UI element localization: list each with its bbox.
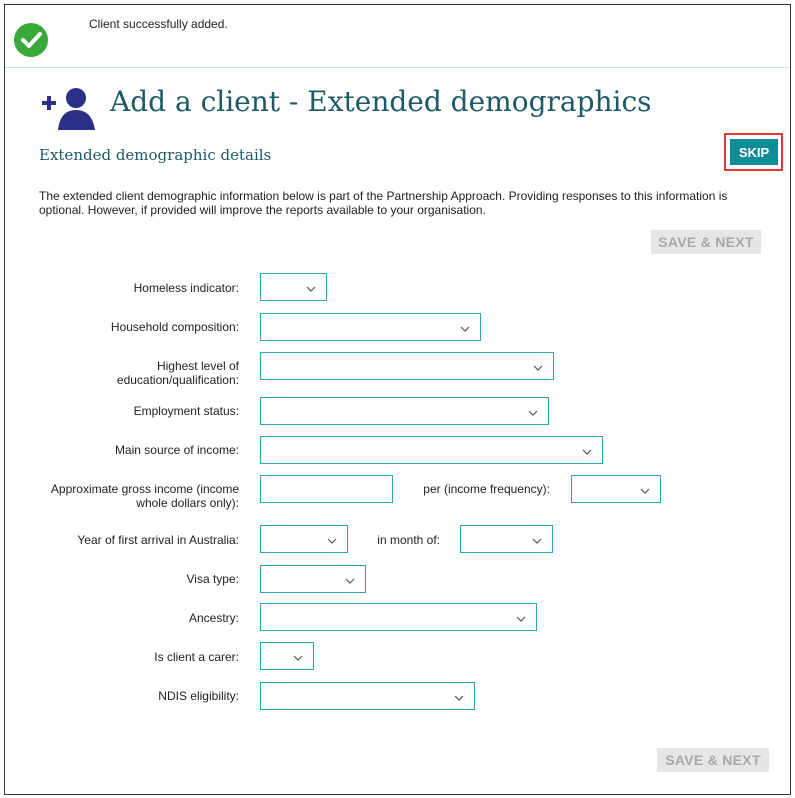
- household-composition-select[interactable]: [260, 313, 481, 341]
- income-source-select[interactable]: [260, 436, 603, 464]
- chevron-down-icon: [528, 405, 538, 416]
- homeless-indicator-select[interactable]: [260, 273, 327, 301]
- ancestry-label: Ancestry:: [188, 611, 239, 625]
- arrival-month-label: in month of:: [377, 533, 440, 547]
- ancestry-select[interactable]: [260, 603, 537, 631]
- save-next-button-bottom[interactable]: SAVE & NEXT: [657, 748, 769, 772]
- chevron-down-icon: [532, 533, 542, 544]
- chevron-down-icon: [533, 360, 543, 371]
- income-source-label: Main source of income:: [114, 443, 239, 457]
- add-person-icon: [40, 86, 100, 130]
- success-notice: Client successfully added.: [5, 5, 790, 68]
- education-label: Highest level of education/qualification…: [116, 359, 239, 387]
- chevron-down-icon: [454, 690, 464, 701]
- visa-type-select[interactable]: [260, 565, 366, 593]
- save-next-button-top[interactable]: SAVE & NEXT: [651, 230, 761, 254]
- skip-button[interactable]: SKIP: [730, 139, 778, 165]
- chevron-down-icon: [460, 321, 470, 332]
- homeless-indicator-label: Homeless indicator:: [133, 281, 239, 295]
- income-frequency-select[interactable]: [571, 475, 661, 503]
- employment-status-label: Employment status:: [133, 404, 239, 418]
- arrival-month-select[interactable]: [460, 525, 553, 553]
- section-subtitle: Extended demographic details: [39, 146, 272, 164]
- page-title: Add a client - Extended demographics: [110, 85, 652, 118]
- income-frequency-label: per (income frequency):: [423, 482, 550, 496]
- household-composition-label: Household composition:: [110, 320, 239, 334]
- employment-status-select[interactable]: [260, 397, 549, 425]
- gross-income-input[interactable]: [260, 475, 393, 503]
- visa-type-label: Visa type:: [186, 572, 239, 586]
- arrival-year-select[interactable]: [260, 525, 348, 553]
- chevron-down-icon: [293, 650, 303, 661]
- chevron-down-icon: [327, 533, 337, 544]
- chevron-down-icon: [640, 483, 650, 494]
- check-circle-icon: [14, 23, 48, 57]
- gross-income-label: Approximate gross income (income whole d…: [50, 482, 239, 510]
- carer-select[interactable]: [260, 642, 314, 670]
- ndis-eligibility-label: NDIS eligibility:: [158, 689, 239, 703]
- chevron-down-icon: [345, 573, 355, 584]
- chevron-down-icon: [582, 444, 592, 455]
- arrival-year-label: Year of first arrival in Australia:: [77, 533, 239, 547]
- chevron-down-icon: [306, 281, 316, 292]
- intro-text: The extended client demographic informat…: [39, 189, 728, 217]
- notice-message: Client successfully added.: [89, 17, 228, 31]
- ndis-eligibility-select[interactable]: [260, 682, 475, 710]
- chevron-down-icon: [516, 611, 526, 622]
- carer-label: Is client a carer:: [154, 650, 239, 664]
- education-select[interactable]: [260, 352, 554, 380]
